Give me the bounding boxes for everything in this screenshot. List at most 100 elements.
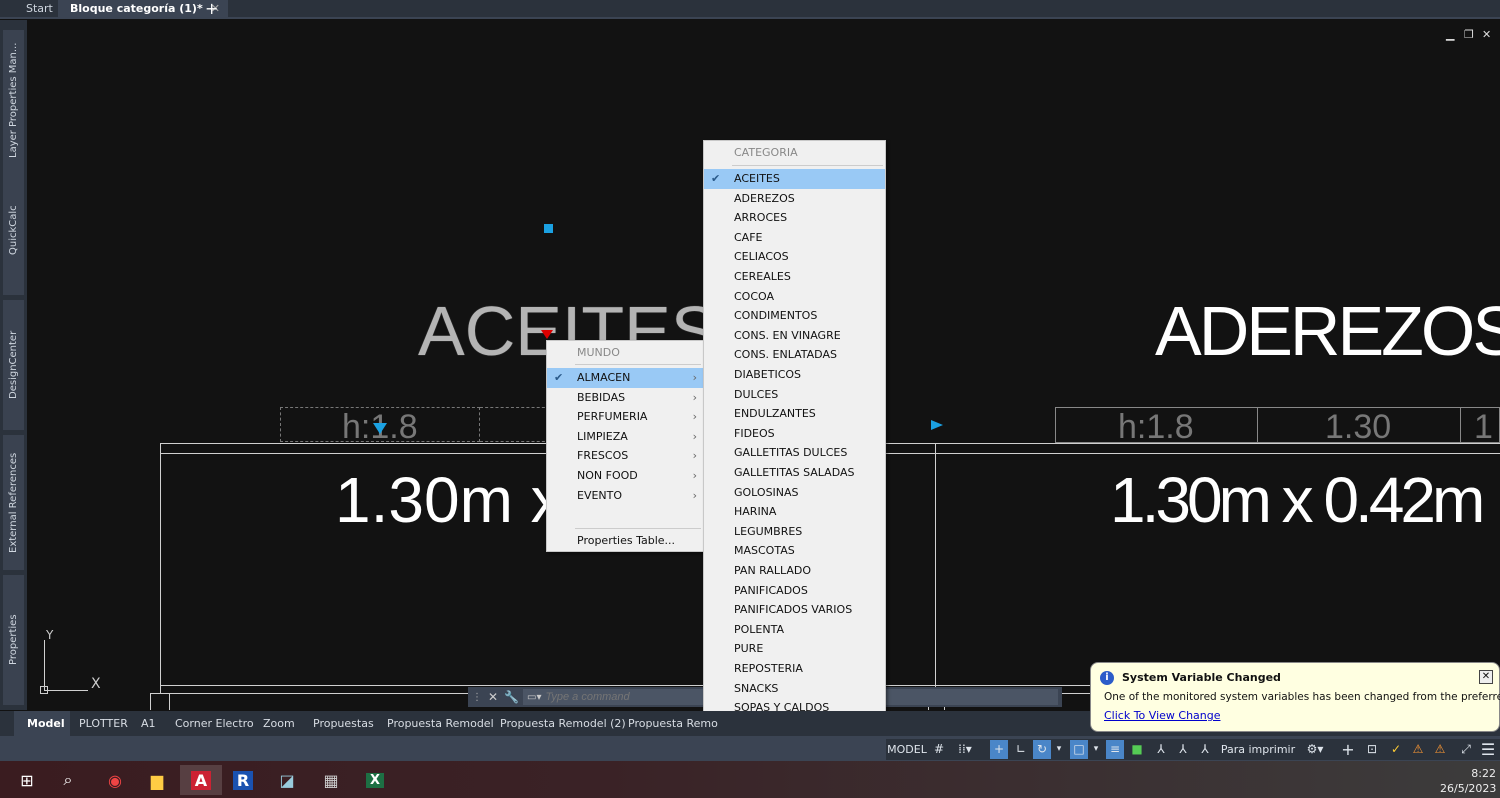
menu-item-pan-rallado[interactable]: PAN RALLADO — [704, 561, 885, 581]
menu-item-fideos[interactable]: FIDEOS — [704, 424, 885, 444]
layout-tab-plotter[interactable]: PLOTTER — [79, 711, 128, 736]
new-tab-button[interactable]: + — [205, 0, 218, 19]
restore-icon[interactable]: ❐ — [1464, 28, 1474, 41]
fullscreen-icon[interactable]: ⤢ — [1456, 740, 1476, 759]
menu-item-cocoa[interactable]: COCOA — [704, 287, 885, 307]
palette-designcenter[interactable]: DesignCenter — [3, 300, 24, 430]
menu-item-legumbres[interactable]: LEGUMBRES — [704, 522, 885, 542]
menu-item-limpieza[interactable]: LIMPIEZA › — [547, 427, 703, 447]
annotation-scale-icon[interactable]: ⅄ — [1196, 740, 1214, 759]
menu-item-aceites[interactable]: ✔ ACEITES — [704, 169, 885, 189]
menu-item-cons-en-vinagre[interactable]: CONS. EN VINAGRE — [704, 326, 885, 346]
palette-external-references[interactable]: External References — [3, 435, 24, 570]
grid-icon[interactable]: # — [930, 740, 948, 759]
drag-handle-icon[interactable]: ⋮ — [472, 692, 482, 703]
transparency-icon[interactable]: ■ — [1128, 740, 1146, 759]
menu-item-golosinas[interactable]: GOLOSINAS — [704, 483, 885, 503]
menu-item-mascotas[interactable]: MASCOTAS — [704, 541, 885, 561]
calculator-icon[interactable]: ▦ — [316, 765, 346, 795]
layout-tab-propuesta-remo[interactable]: Propuesta Remo — [628, 711, 718, 736]
menu-item-polenta[interactable]: POLENTA — [704, 620, 885, 640]
object-snap-icon[interactable]: □ — [1070, 740, 1088, 759]
tab-start[interactable]: Start — [26, 0, 53, 19]
lookup-grip-icon[interactable] — [541, 330, 553, 339]
palette-properties[interactable]: Properties — [3, 575, 24, 705]
close-icon[interactable]: ✕ — [488, 690, 498, 704]
menu-item-perfumeria[interactable]: PERFUMERIA › — [547, 407, 703, 427]
menu-item-non-food[interactable]: NON FOOD › — [547, 466, 703, 486]
layout-tab-propuesta-remodel-2-[interactable]: Propuesta Remodel (2) — [500, 711, 626, 736]
file-explorer-icon[interactable]: ▆ — [142, 765, 172, 795]
windows-start-icon[interactable]: ⊞ — [12, 765, 42, 795]
warning-icon[interactable]: ⚠ — [1408, 740, 1428, 759]
gear-icon[interactable]: ⚙▾ — [1302, 740, 1328, 759]
snap-icon[interactable]: ⁞⁞▾ — [952, 740, 978, 759]
model-space-button[interactable]: MODEL — [886, 740, 928, 759]
menu-item-frescos[interactable]: FRESCOS › — [547, 446, 703, 466]
menu-item-evento[interactable]: EVENTO › — [547, 486, 703, 506]
menu-item-pure[interactable]: PURE — [704, 639, 885, 659]
minimize-icon[interactable]: ▁ — [1446, 28, 1454, 41]
stretch-grip-icon[interactable] — [931, 420, 943, 430]
tab-active-drawing[interactable]: Bloque categoría (1)* ✕ — [58, 0, 228, 19]
layout-tab-a1[interactable]: A1 — [141, 711, 156, 736]
command-prompt-icon[interactable]: ▭▾ — [527, 692, 541, 703]
menu-item-snacks[interactable]: SNACKS — [704, 679, 885, 699]
notes-icon[interactable]: ◪ — [272, 765, 302, 795]
ortho-icon[interactable]: ∟ — [1012, 740, 1030, 759]
autoscale-icon[interactable]: ⅄ — [1174, 740, 1192, 759]
wrench-icon[interactable]: 🔧 — [504, 690, 519, 704]
sysvar-monitor-icon[interactable]: ✓ — [1386, 740, 1406, 759]
menu-item-aderezos[interactable]: ADEREZOS — [704, 189, 885, 209]
view-change-link[interactable]: Click To View Change — [1104, 709, 1221, 722]
layout-tab-propuestas[interactable]: Propuestas — [313, 711, 374, 736]
palette-layer-properties[interactable]: Layer Properties Man... — [3, 30, 24, 170]
menu-item-cafe[interactable]: CAFE — [704, 228, 885, 248]
menu-item-condimentos[interactable]: CONDIMENTOS — [704, 306, 885, 326]
plus-icon[interactable]: + — [1338, 740, 1358, 759]
search-icon[interactable]: ⌕ — [53, 765, 83, 795]
menu-item-dulces[interactable]: DULCES — [704, 385, 885, 405]
menu-item-bebidas[interactable]: BEBIDAS › — [547, 388, 703, 408]
menu-item-reposteria[interactable]: REPOSTERIA — [704, 659, 885, 679]
menu-item-cereales[interactable]: CEREALES — [704, 267, 885, 287]
menu-item-panificados-varios[interactable]: PANIFICADOS VARIOS — [704, 600, 885, 620]
revit-icon[interactable]: R — [228, 765, 258, 795]
grip-handle[interactable] — [544, 224, 553, 233]
layout-tab-propuesta-remodel[interactable]: Propuesta Remodel — [387, 711, 494, 736]
menu-item-panificados[interactable]: PANIFICADOS — [704, 581, 885, 601]
osnap-dropdown-icon[interactable]: ▾ — [1090, 740, 1102, 759]
menu-item-galletitas-dulces[interactable]: GALLETITAS DULCES — [704, 443, 885, 463]
menu-item-celiacos[interactable]: CELIACOS — [704, 247, 885, 267]
close-icon[interactable]: ✕ — [1479, 670, 1493, 684]
customize-menu-icon[interactable]: ☰ — [1478, 740, 1498, 759]
flip-grip-icon[interactable] — [373, 423, 387, 434]
close-viewport-icon[interactable]: ✕ — [1482, 28, 1491, 41]
palette-quickcalc[interactable]: QuickCalc — [3, 165, 24, 295]
lineweight-icon[interactable]: ≡ — [1106, 740, 1124, 759]
context-menu-mundo: MUNDO ✔ ALMACEN › BEBIDAS › PERFUMERIA › LIM… — [546, 340, 704, 552]
annotation-scale-dropdown[interactable]: Para imprimir ▾ — [1218, 740, 1298, 775]
menu-item-harina[interactable]: HARINA — [704, 502, 885, 522]
infer-constraints-icon[interactable]: + — [990, 740, 1008, 759]
menu-item-properties-table[interactable]: Properties Table... — [547, 531, 703, 551]
ucs-x-label: X — [91, 676, 101, 692]
tab-model[interactable]: Model — [14, 711, 70, 736]
polar-tracking-icon[interactable]: ↻ — [1033, 740, 1051, 759]
autocad-icon[interactable]: A — [180, 765, 222, 795]
system-clock[interactable]: 8:22 26/5/2023 — [1440, 766, 1496, 796]
menu-item-arroces[interactable]: ARROCES — [704, 208, 885, 228]
menu-item-galletitas-saladas[interactable]: GALLETITAS SALADAS — [704, 463, 885, 483]
layout-tab-zoom[interactable]: Zoom — [263, 711, 295, 736]
alert-icon[interactable]: ⚠ — [1430, 740, 1450, 759]
layout-tab-corner-electro[interactable]: Corner Electro — [175, 711, 254, 736]
chrome-icon[interactable]: ◉ — [100, 765, 130, 795]
polar-dropdown-icon[interactable]: ▾ — [1053, 740, 1065, 759]
annotation-visibility-icon[interactable]: ⅄ — [1152, 740, 1170, 759]
menu-item-endulzantes[interactable]: ENDULZANTES — [704, 404, 885, 424]
menu-item-almacen[interactable]: ✔ ALMACEN › — [547, 368, 703, 388]
menu-item-diabeticos[interactable]: DIABETICOS — [704, 365, 885, 385]
isolate-objects-icon[interactable]: ⊡ — [1362, 740, 1382, 759]
excel-icon[interactable]: X — [360, 765, 390, 795]
menu-item-cons-enlatadas[interactable]: CONS. ENLATADAS — [704, 345, 885, 365]
